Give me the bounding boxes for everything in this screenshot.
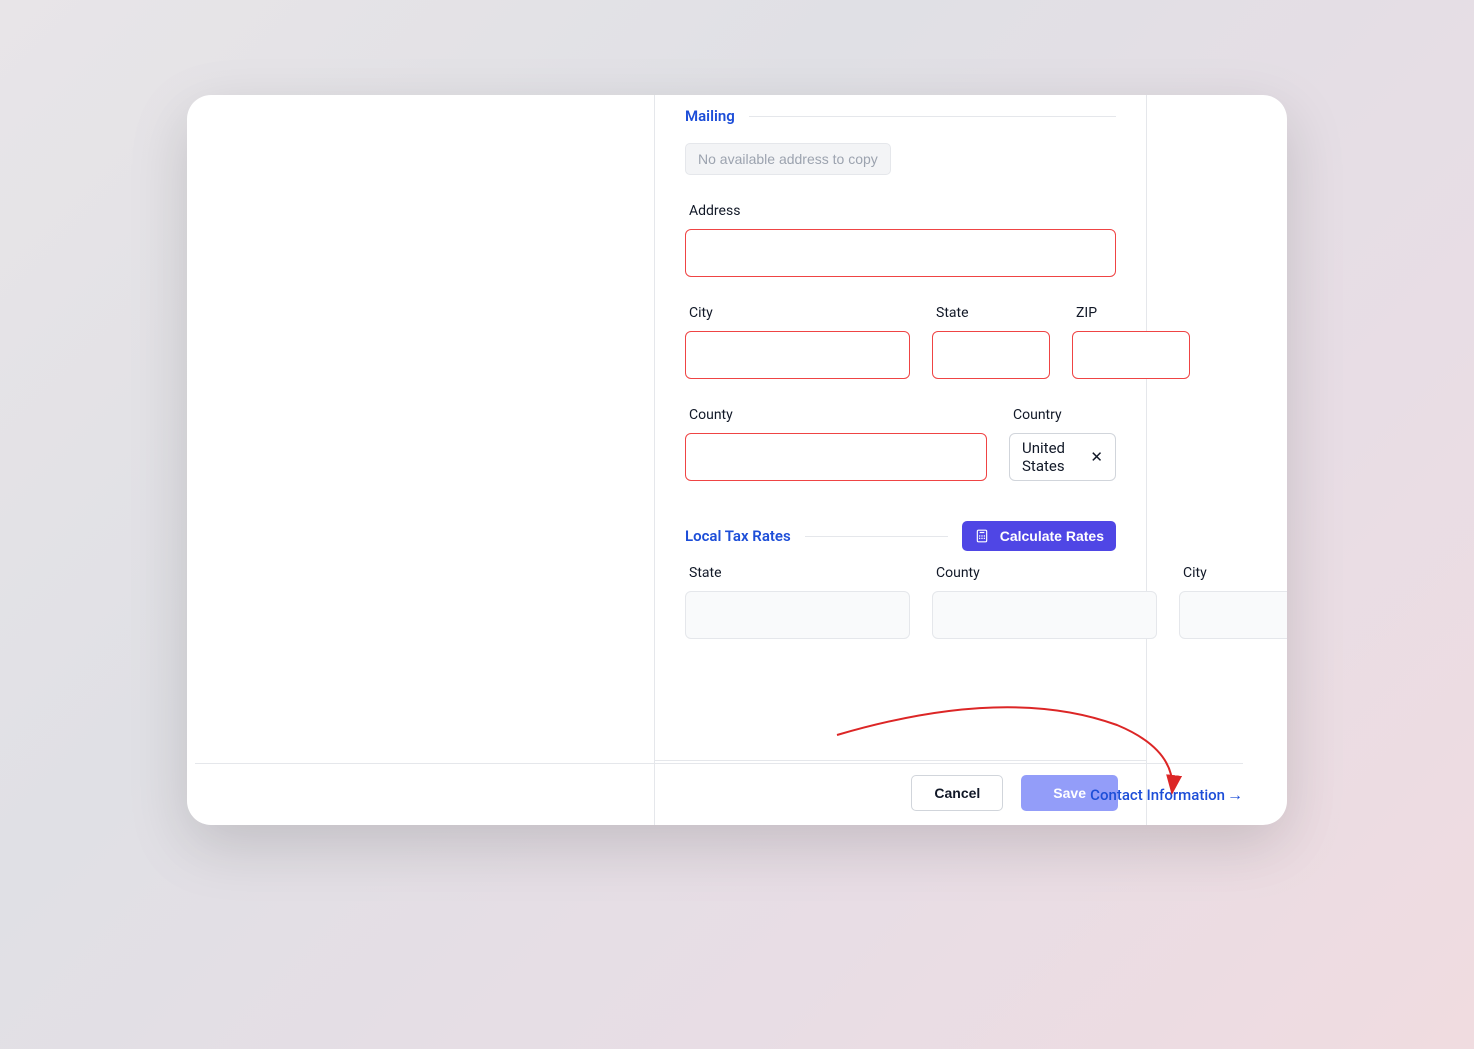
tax-county-field[interactable] [932,591,1157,639]
city-label: City [685,305,910,321]
divider [749,116,1116,117]
tax-state-field[interactable] [685,591,910,639]
clear-icon[interactable]: ✕ [1090,448,1103,466]
bottom-nav: Contact Information → [195,763,1243,825]
country-select[interactable]: United States ✕ [1009,433,1116,481]
form-panel: Mailing No available address to copy Add… [654,95,1147,825]
address-label: Address [685,203,1116,219]
next-step-link[interactable]: Contact Information → [1090,785,1243,805]
calculate-rates-label: Calculate Rates [1000,528,1104,544]
tax-county-label: County [932,565,1157,581]
tax-section-header: Local Tax Rates [685,521,1116,551]
copy-address-button: No available address to copy [685,143,891,175]
state-label: State [932,305,1050,321]
country-value: United States [1022,439,1090,475]
zip-label: ZIP [1072,305,1190,321]
main-card: Mailing No available address to copy Add… [187,95,1287,825]
address-field[interactable] [685,229,1116,277]
tax-city-field[interactable] [1179,591,1287,639]
mailing-section-header: Mailing [685,107,1116,125]
county-field[interactable] [685,433,987,481]
calculate-rates-button[interactable]: Calculate Rates [962,521,1116,551]
county-label: County [685,407,987,423]
arrow-right-icon: → [1227,785,1243,805]
country-label: Country [1009,407,1116,423]
state-field[interactable] [932,331,1050,379]
tax-state-label: State [685,565,910,581]
mailing-title: Mailing [685,107,735,125]
tax-title: Local Tax Rates [685,527,791,545]
zip-field[interactable] [1072,331,1190,379]
copy-address-label: No available address to copy [698,151,878,167]
tax-city-label: City [1179,565,1287,581]
city-field[interactable] [685,331,910,379]
next-step-label: Contact Information [1090,786,1225,804]
calculator-icon [974,528,990,544]
divider [805,536,948,537]
